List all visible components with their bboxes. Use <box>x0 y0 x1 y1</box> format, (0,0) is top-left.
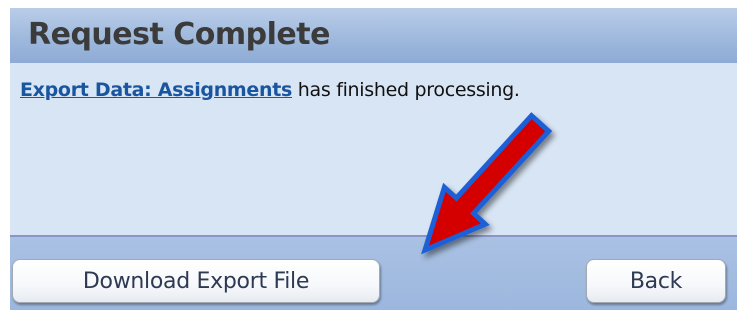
dialog-header: Request Complete <box>10 8 737 63</box>
download-export-file-button[interactable]: Download Export File <box>12 259 380 303</box>
dialog-footer: Download Export File Back <box>10 237 737 310</box>
request-complete-dialog: Request Complete Export Data: Assignment… <box>10 8 737 310</box>
dialog-content: Export Data: Assignments has finished pr… <box>10 63 737 235</box>
back-button[interactable]: Back <box>586 259 726 303</box>
status-message-text: has finished processing. <box>292 79 520 101</box>
status-message: Export Data: Assignments has finished pr… <box>20 79 520 101</box>
export-data-link[interactable]: Export Data: Assignments <box>20 79 292 101</box>
dialog-title: Request Complete <box>28 17 330 52</box>
